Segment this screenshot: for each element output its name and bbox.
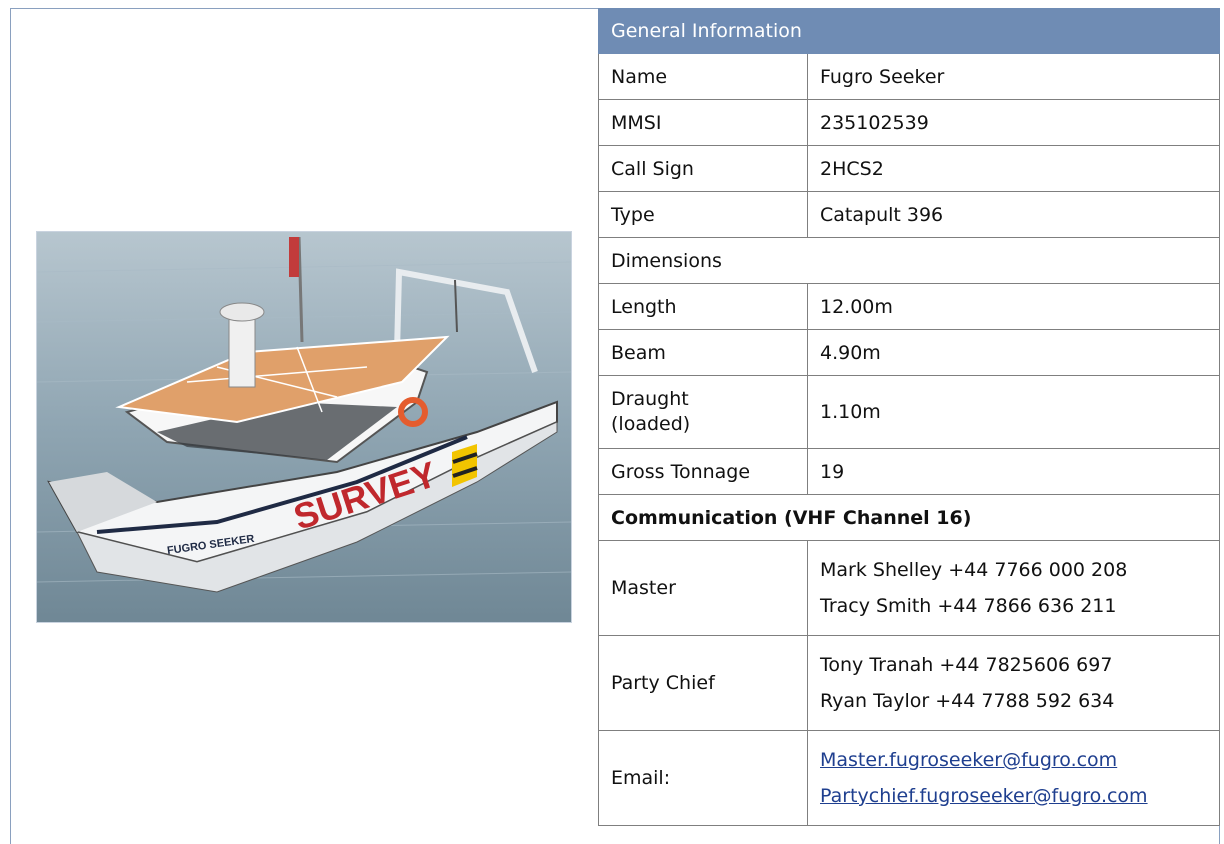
- section-title: General Information: [598, 8, 1220, 54]
- communication-title: Communication (VHF Channel 16): [598, 494, 1220, 541]
- communication-row: Communication (VHF Channel 16): [598, 494, 1220, 541]
- table-row: Draught (loaded) 1.10m: [598, 375, 1220, 449]
- table-row: Email: Master.fugroseeker@fugro.com Part…: [598, 730, 1220, 826]
- draught-label-line: Draught: [611, 388, 689, 410]
- email-link-partychief[interactable]: Partychief.fugroseeker@fugro.com: [820, 778, 1207, 814]
- dimensions-title: Dimensions: [598, 237, 1220, 284]
- row-label: Name: [598, 53, 808, 100]
- row-value: 2HCS2: [807, 145, 1220, 192]
- contact-line: Tony Tranah +44 7825606 697: [820, 654, 1113, 676]
- vessel-photo: SURVEY FUGRO SEEKER: [36, 231, 572, 623]
- row-label: Call Sign: [598, 145, 808, 192]
- row-value: 19: [807, 448, 1220, 495]
- table-row: Length 12.00m: [598, 283, 1220, 330]
- row-label: Email:: [598, 730, 808, 826]
- row-value: Master.fugroseeker@fugro.com Partychief.…: [807, 730, 1220, 826]
- row-label: Party Chief: [598, 635, 808, 731]
- contact-line: Tracy Smith +44 7866 636 211: [820, 595, 1117, 617]
- row-label: Length: [598, 283, 808, 330]
- contact-line: Ryan Taylor +44 7788 592 634: [820, 690, 1115, 712]
- contact-line: Mark Shelley +44 7766 000 208: [820, 559, 1128, 581]
- row-value: Tony Tranah +44 7825606 697 Ryan Taylor …: [807, 635, 1220, 731]
- table-row: Party Chief Tony Tranah +44 7825606 697 …: [598, 635, 1220, 731]
- table-row: Name Fugro Seeker: [598, 53, 1220, 100]
- row-label: Master: [598, 540, 808, 636]
- row-value: 235102539: [807, 99, 1220, 146]
- table-header-row: General Information: [598, 8, 1220, 54]
- row-label: Beam: [598, 329, 808, 376]
- draught-label-line: (loaded): [611, 413, 691, 435]
- row-value: 4.90m: [807, 329, 1220, 376]
- row-value: 12.00m: [807, 283, 1220, 330]
- row-value: 1.10m: [807, 375, 1220, 449]
- row-label: Gross Tonnage: [598, 448, 808, 495]
- table-row: Master Mark Shelley +44 7766 000 208 Tra…: [598, 540, 1220, 636]
- row-label: Draught (loaded): [598, 375, 808, 449]
- row-value: Catapult 396: [807, 191, 1220, 238]
- table-row: Beam 4.90m: [598, 329, 1220, 376]
- row-label: Type: [598, 191, 808, 238]
- email-link-master[interactable]: Master.fugroseeker@fugro.com: [820, 742, 1207, 778]
- row-label: MMSI: [598, 99, 808, 146]
- row-value: Fugro Seeker: [807, 53, 1220, 100]
- row-value: Mark Shelley +44 7766 000 208 Tracy Smit…: [807, 540, 1220, 636]
- table-row: Gross Tonnage 19: [598, 448, 1220, 495]
- vessel-info-table: General Information Name Fugro Seeker MM…: [598, 8, 1220, 826]
- table-row: Call Sign 2HCS2: [598, 145, 1220, 192]
- table-row: MMSI 235102539: [598, 99, 1220, 146]
- table-row: Type Catapult 396: [598, 191, 1220, 238]
- dimensions-row: Dimensions: [598, 237, 1220, 284]
